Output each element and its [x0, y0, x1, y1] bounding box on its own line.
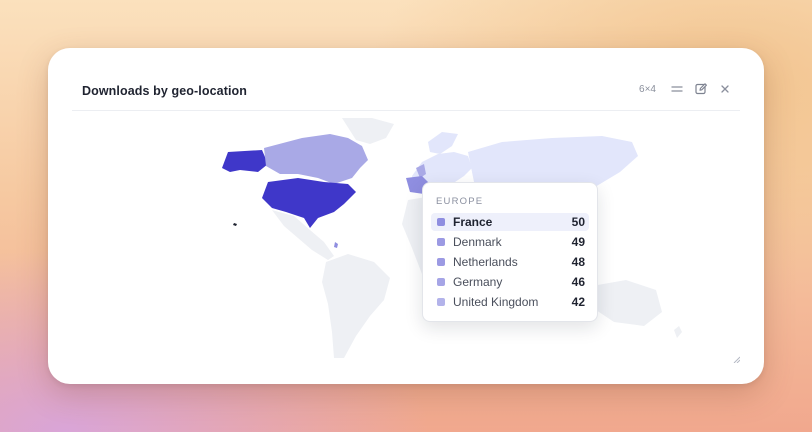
tooltip-country: Germany	[453, 275, 503, 289]
tooltip-country: Netherlands	[453, 255, 518, 269]
world-map-svg	[222, 118, 682, 358]
legend-swatch	[437, 238, 445, 246]
map-region-caribbean[interactable]	[334, 242, 338, 248]
tooltip-value: 42	[571, 295, 585, 309]
tooltip-row-netherlands[interactable]: Netherlands 48	[431, 253, 589, 271]
legend-swatch	[437, 298, 445, 306]
tooltip-row-united-kingdom[interactable]: United Kingdom 42	[431, 293, 589, 311]
tooltip-row-france[interactable]: France 50	[431, 213, 589, 231]
map-region-scandinavia[interactable]	[428, 132, 458, 154]
tooltip-value: 50	[571, 215, 585, 229]
map-region-canada[interactable]	[264, 134, 368, 184]
tooltip-country: United Kingdom	[453, 295, 539, 309]
map-region-hawaii[interactable]	[233, 223, 237, 226]
map-region-usa[interactable]	[262, 178, 356, 228]
tooltip-row-germany[interactable]: Germany 46	[431, 273, 589, 291]
tooltip-country: France	[453, 215, 493, 229]
map-tooltip: EUROPE France 50 Denmark 49 Netherlands …	[422, 182, 598, 322]
legend-swatch	[437, 278, 445, 286]
edit-icon[interactable]	[694, 82, 708, 96]
widget-title: Downloads by geo-location	[82, 84, 248, 98]
geo-downloads-widget: Downloads by geo-location 6×4 EUROPE Fra…	[48, 48, 764, 384]
menu-icon[interactable]	[670, 82, 684, 96]
tooltip-country: Denmark	[453, 235, 502, 249]
tooltip-value: 49	[571, 235, 585, 249]
widget-actions: 6×4	[639, 82, 732, 96]
widget-header: Downloads by geo-location 6×4	[72, 74, 740, 111]
map-region-australia[interactable]	[592, 280, 662, 326]
tooltip-value: 46	[571, 275, 585, 289]
close-icon[interactable]	[718, 82, 732, 96]
legend-swatch	[437, 258, 445, 266]
legend-swatch	[437, 218, 445, 226]
map-region-south-america[interactable]	[322, 254, 390, 358]
tooltip-region-title: EUROPE	[436, 196, 484, 207]
tooltip-value: 48	[571, 255, 585, 269]
map-region-alaska[interactable]	[222, 150, 268, 172]
map-region-new-zealand[interactable]	[674, 326, 682, 338]
widget-size-badge: 6×4	[639, 83, 656, 95]
tooltip-row-denmark[interactable]: Denmark 49	[431, 233, 589, 251]
resize-handle[interactable]	[732, 350, 741, 364]
world-map	[72, 112, 744, 364]
